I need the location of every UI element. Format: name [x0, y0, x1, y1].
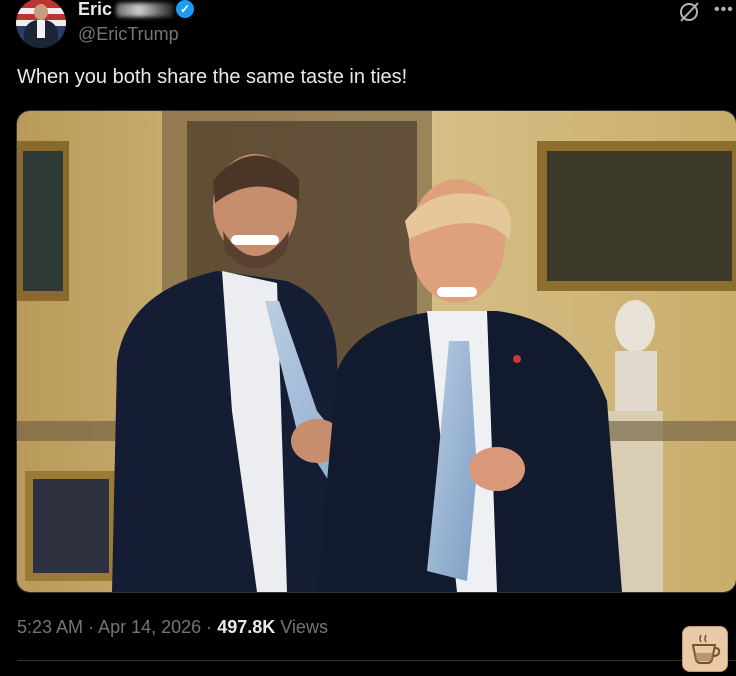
user-handle[interactable]: @EricTrump [78, 24, 179, 45]
views-label: Views [280, 617, 328, 637]
views-count: 497.8K [217, 617, 276, 637]
display-name[interactable]: Eric [78, 0, 112, 20]
tweet-date[interactable]: Apr 14, 2026 [98, 617, 201, 637]
coffee-cup-icon [691, 634, 721, 664]
avatar[interactable] [16, 0, 66, 48]
grok-icon[interactable] [677, 0, 701, 24]
verified-badge-icon: ✓ [176, 0, 194, 18]
photo-illustration [17, 111, 736, 592]
redacted-name-blur [116, 3, 174, 17]
tweet-timestamp: 5:23 AM · Apr 14, 2026 · 497.8K Views [17, 617, 328, 638]
avatar-head-shape [34, 4, 48, 20]
meta-separator: · [206, 617, 213, 637]
coffee-extension-button[interactable] [682, 626, 728, 672]
meta-separator: · [88, 617, 95, 637]
more-icon[interactable]: ••• [714, 1, 734, 19]
tweet-text: When you both share the same taste in ti… [17, 66, 408, 88]
divider [17, 660, 736, 661]
tweet-time[interactable]: 5:23 AM [17, 617, 83, 637]
avatar-shirt-shape [37, 20, 45, 38]
tweet-photo[interactable] [16, 110, 736, 593]
tweet-header: Eric ✓ @EricTrump ••• [0, 0, 736, 56]
